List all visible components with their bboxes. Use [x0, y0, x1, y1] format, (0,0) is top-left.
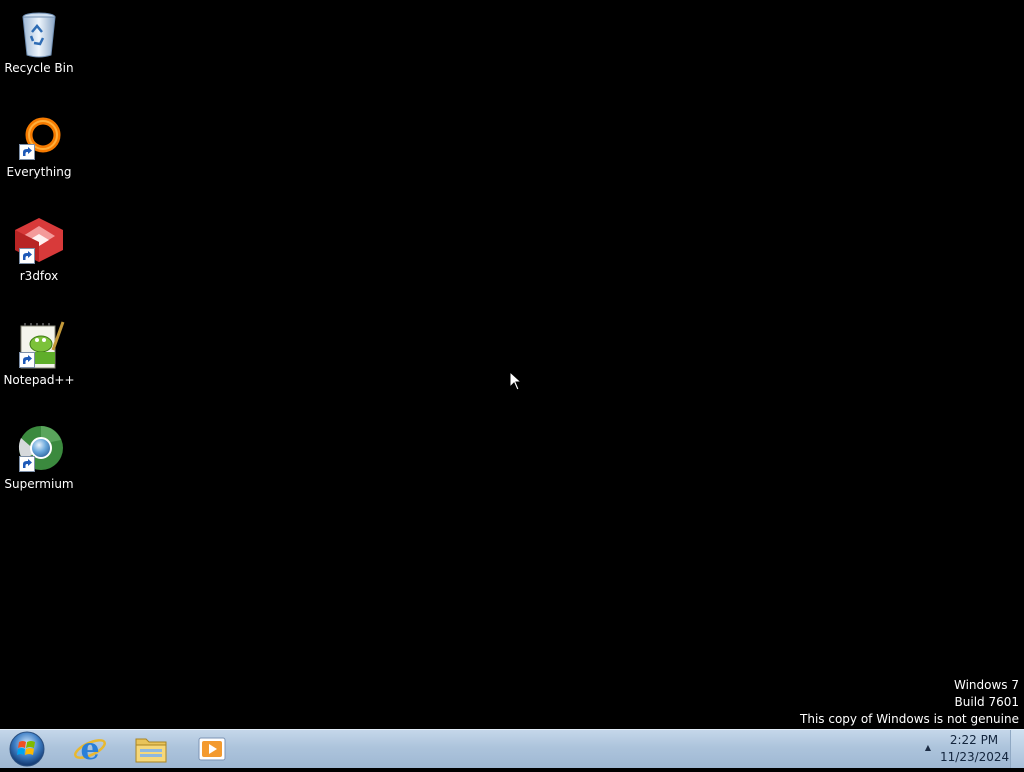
desktop-icon-supermium[interactable]: Supermium — [0, 418, 78, 498]
shortcut-arrow-icon — [19, 248, 35, 264]
windows-watermark: Windows 7 Build 7601 This copy of Window… — [800, 677, 1019, 728]
desktop-icon-label: r3dfox — [19, 269, 59, 283]
watermark-build: Build 7601 — [954, 695, 1019, 709]
supermium-icon — [13, 424, 65, 476]
desktop-icon-everything[interactable]: Everything — [0, 106, 78, 186]
everything-icon — [13, 112, 65, 164]
taskbar-file-explorer-button[interactable] — [122, 731, 180, 767]
taskbar-clock[interactable]: 2:22 PM 11/23/2024 — [940, 732, 1010, 766]
recycle-bin-icon — [13, 8, 65, 60]
internet-explorer-icon: e — [74, 732, 106, 767]
desktop-icon-r3dfox[interactable]: r3dfox — [0, 210, 78, 290]
desktop-icon-recycle-bin[interactable]: Recycle Bin — [0, 2, 78, 82]
windows-start-icon — [9, 731, 45, 767]
shortcut-arrow-icon — [19, 456, 35, 472]
shortcut-arrow-icon — [19, 144, 35, 160]
r3dfox-icon — [13, 216, 65, 268]
start-button[interactable] — [6, 730, 48, 768]
clock-date: 11/23/2024 — [940, 750, 1010, 764]
desktop-icon-label: Supermium — [4, 477, 74, 491]
file-explorer-icon — [135, 738, 167, 763]
taskbar-media-player-button[interactable] — [183, 731, 241, 767]
svg-text:e: e — [80, 732, 99, 767]
watermark-os-name: Windows 7 — [953, 678, 1019, 692]
desktop-icon-notepad-plus-plus[interactable]: Notepad++ — [0, 314, 78, 394]
taskbar-internet-explorer-button[interactable]: e — [60, 731, 118, 767]
mouse-cursor-icon — [509, 371, 523, 391]
watermark-genuine-notice: This copy of Windows is not genuine — [800, 712, 1019, 726]
show-desktop-button[interactable] — [1010, 730, 1024, 768]
desktop-icon-label: Notepad++ — [3, 373, 75, 387]
clock-time: 2:22 PM — [949, 733, 999, 747]
shortcut-arrow-icon — [19, 352, 35, 368]
desktop-icon-label: Everything — [6, 165, 72, 179]
show-hidden-icons-button[interactable]: ▲ — [922, 742, 934, 754]
taskbar: e ▲ 2:22 PM 11/23/2024 — [0, 729, 1024, 768]
desktop-icon-label: Recycle Bin — [4, 61, 74, 75]
desktop[interactable]: Recycle Bin Everything r3dfox Notepad++ … — [0, 0, 1024, 729]
media-player-icon — [198, 737, 226, 761]
notepad-plus-plus-icon — [13, 320, 65, 372]
